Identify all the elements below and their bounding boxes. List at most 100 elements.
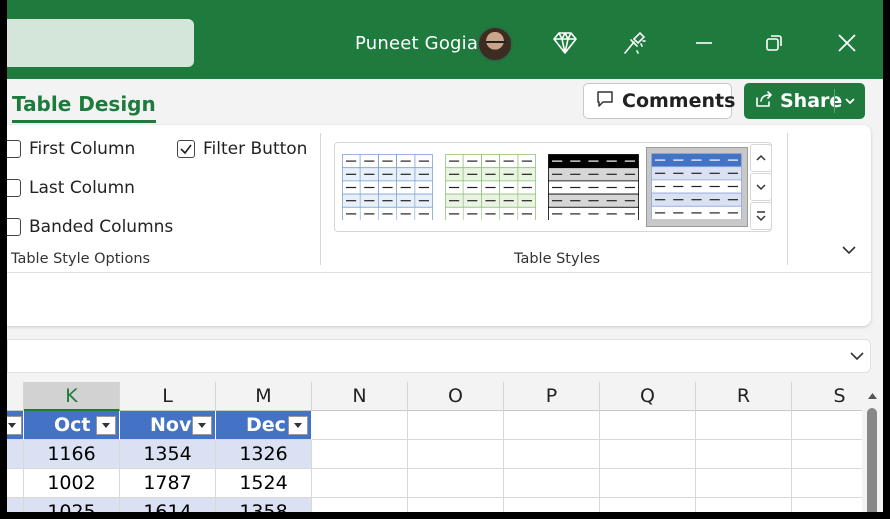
gallery-scroll-down-button[interactable] bbox=[750, 173, 772, 201]
table-cell[interactable]: 1614 bbox=[120, 498, 216, 512]
share-divider bbox=[834, 89, 835, 113]
column-header-l[interactable]: L bbox=[120, 382, 216, 411]
table-cell[interactable]: 1002 bbox=[24, 469, 120, 498]
grid-cell[interactable] bbox=[408, 440, 504, 469]
chevron-down-icon bbox=[756, 184, 766, 191]
dropdown-arrow-icon bbox=[102, 423, 110, 428]
table-cell-partial[interactable] bbox=[7, 469, 24, 498]
filter-dropdown-button[interactable] bbox=[96, 416, 116, 435]
banded-columns-label: Banded Columns bbox=[29, 217, 174, 237]
grid-cell[interactable] bbox=[312, 411, 408, 440]
column-header-m[interactable]: M bbox=[216, 382, 312, 411]
table-cell[interactable]: 1354 bbox=[120, 440, 216, 469]
gallery-expand-icon bbox=[756, 211, 766, 222]
grid-cell[interactable] bbox=[600, 440, 696, 469]
filter-dropdown-button[interactable] bbox=[288, 416, 308, 435]
formula-expand-chevron-icon[interactable] bbox=[849, 349, 865, 368]
grid-cell[interactable] bbox=[504, 498, 600, 512]
designer-wand-icon[interactable] bbox=[619, 28, 649, 58]
banded-columns-option[interactable]: Banded Columns bbox=[7, 217, 173, 237]
filter-button-option[interactable]: Filter Button bbox=[177, 139, 307, 159]
excel-window: Puneet Gogia Table Design Comments Share… bbox=[7, 0, 883, 512]
column-header-partial[interactable] bbox=[7, 382, 24, 411]
table-cell[interactable]: 1166 bbox=[24, 440, 120, 469]
last-column-checkbox[interactable] bbox=[7, 179, 21, 197]
search-box[interactable] bbox=[7, 19, 194, 67]
comments-label: Comments bbox=[622, 90, 736, 112]
tab-table-design[interactable]: Table Design bbox=[12, 92, 156, 123]
column-header-n[interactable]: N bbox=[312, 382, 408, 411]
minimize-icon[interactable] bbox=[689, 28, 719, 58]
table-cell[interactable]: 1787 bbox=[120, 469, 216, 498]
chevron-up-icon bbox=[756, 154, 766, 161]
first-column-option[interactable]: First Column bbox=[7, 139, 135, 159]
grid-cell[interactable] bbox=[312, 469, 408, 498]
share-button[interactable]: Share bbox=[744, 83, 865, 119]
grid-cell[interactable] bbox=[600, 498, 696, 512]
column-header-q[interactable]: Q bbox=[600, 382, 696, 411]
table-cell-partial[interactable] bbox=[7, 440, 24, 469]
screen-frame: Puneet Gogia Table Design Comments Share… bbox=[0, 0, 890, 519]
last-column-option[interactable]: Last Column bbox=[7, 178, 135, 198]
first-column-checkbox[interactable] bbox=[7, 140, 21, 158]
table-header-cell[interactable]: Nov bbox=[120, 411, 216, 440]
gallery-scroll-up-button[interactable] bbox=[750, 144, 772, 172]
table-cell[interactable]: 1358 bbox=[216, 498, 312, 512]
grid-cell[interactable] bbox=[696, 498, 792, 512]
grid-cell[interactable] bbox=[696, 411, 792, 440]
table-cell[interactable]: 1524 bbox=[216, 469, 312, 498]
grid-cell[interactable] bbox=[696, 440, 792, 469]
close-icon[interactable] bbox=[832, 28, 862, 58]
grid-cell[interactable] bbox=[312, 498, 408, 512]
grid-cell[interactable] bbox=[408, 498, 504, 512]
grid-cell[interactable] bbox=[504, 440, 600, 469]
first-column-label: First Column bbox=[29, 139, 136, 159]
table-styles-group-label: Table Styles bbox=[514, 251, 601, 267]
share-icon bbox=[754, 90, 774, 113]
column-header-o[interactable]: O bbox=[408, 382, 504, 411]
grid-cell[interactable] bbox=[600, 469, 696, 498]
column-header-k[interactable]: K bbox=[24, 382, 120, 411]
premium-diamond-icon[interactable] bbox=[550, 28, 580, 58]
ribbon-expand-chevron-icon[interactable] bbox=[840, 243, 858, 262]
avatar[interactable] bbox=[477, 26, 513, 62]
column-header-p[interactable]: P bbox=[504, 382, 600, 411]
scrollbar-thumb[interactable] bbox=[867, 408, 877, 512]
banded-columns-checkbox[interactable] bbox=[7, 218, 21, 236]
table-header-cell[interactable]: Oct bbox=[24, 411, 120, 440]
table-header-label: Oct bbox=[54, 414, 91, 436]
table-styles-gallery[interactable] bbox=[334, 142, 772, 232]
comments-button[interactable]: Comments bbox=[583, 83, 736, 119]
vertical-scrollbar[interactable] bbox=[862, 382, 883, 512]
table-style-dark-black[interactable] bbox=[548, 154, 639, 220]
grid-cell[interactable] bbox=[408, 411, 504, 440]
grid-cell[interactable] bbox=[504, 411, 600, 440]
dropdown-arrow-icon bbox=[198, 423, 206, 428]
restore-icon[interactable] bbox=[759, 28, 789, 58]
table-cell-partial[interactable] bbox=[7, 498, 24, 512]
user-name[interactable]: Puneet Gogia bbox=[355, 33, 478, 54]
table-header-cell[interactable]: Dec bbox=[216, 411, 312, 440]
gallery-more-button[interactable] bbox=[750, 202, 772, 230]
table-style-medium-blue[interactable] bbox=[651, 153, 742, 219]
filter-dropdown-button[interactable] bbox=[192, 416, 212, 435]
filter-dropdown-button[interactable] bbox=[7, 416, 22, 435]
spreadsheet-grid[interactable]: K L M N O P Q R S Oct Nov Dec 1166 1354 1326 1002 1787 15… bbox=[7, 382, 883, 512]
grid-cell[interactable] bbox=[600, 411, 696, 440]
grid-cell[interactable] bbox=[408, 469, 504, 498]
column-header-r[interactable]: R bbox=[696, 382, 792, 411]
dropdown-arrow-icon bbox=[8, 423, 16, 428]
table-style-light-blue[interactable] bbox=[342, 154, 433, 220]
table-header-cell-partial[interactable] bbox=[7, 411, 24, 440]
formula-bar[interactable] bbox=[7, 339, 871, 373]
chevron-down-icon[interactable] bbox=[843, 91, 857, 113]
table-style-light-green[interactable] bbox=[445, 154, 536, 220]
title-bar: Puneet Gogia bbox=[7, 0, 883, 79]
table-cell[interactable]: 1326 bbox=[216, 440, 312, 469]
table-cell[interactable]: 1025 bbox=[24, 498, 120, 512]
grid-cell[interactable] bbox=[696, 469, 792, 498]
comment-icon bbox=[596, 90, 614, 113]
filter-button-checkbox[interactable] bbox=[177, 140, 195, 158]
grid-cell[interactable] bbox=[312, 440, 408, 469]
grid-cell[interactable] bbox=[504, 469, 600, 498]
